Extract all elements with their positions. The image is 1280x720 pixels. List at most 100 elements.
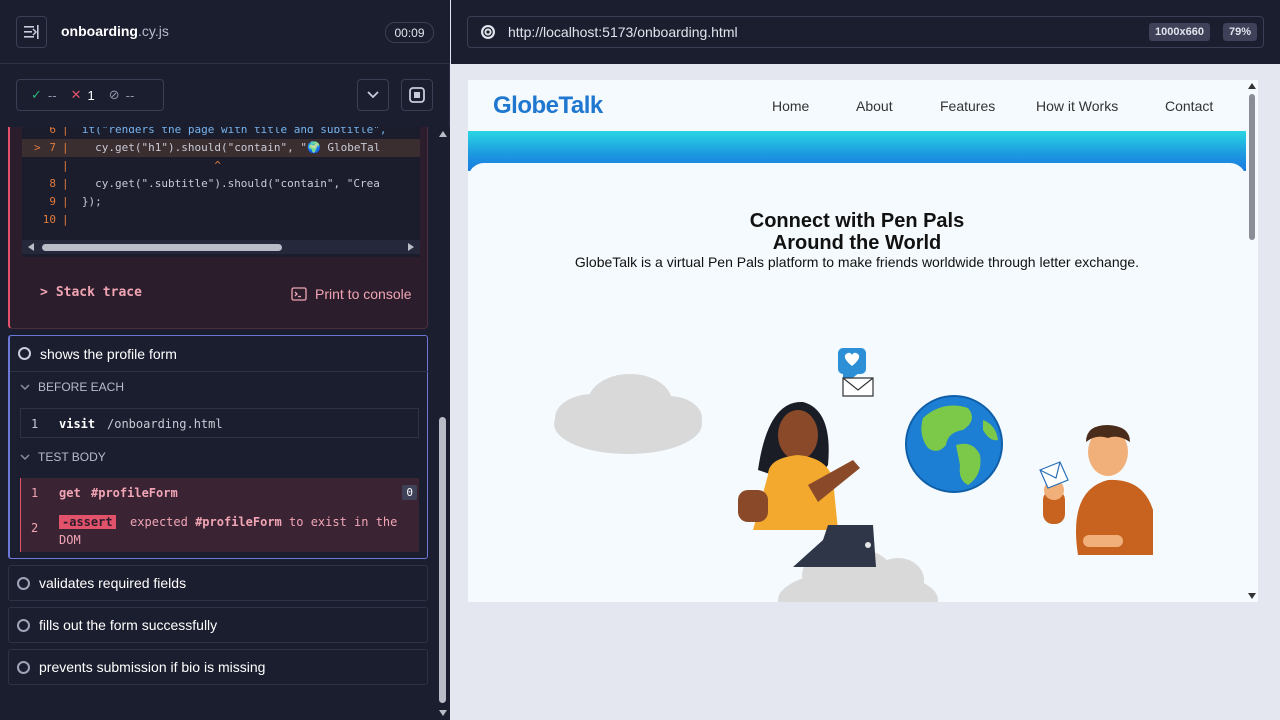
hook-label: TEST BODY	[38, 450, 106, 464]
stack-trace-label: Stack trace	[55, 285, 142, 300]
url-text[interactable]: http://localhost:5173/onboarding.html	[508, 24, 738, 40]
hero-title-line: Connect with Pen Pals	[749, 210, 965, 232]
zoom-level-badge[interactable]: 79%	[1222, 23, 1257, 41]
passed-stat: ✓ --	[31, 87, 57, 103]
stop-icon	[409, 87, 425, 103]
command-name: get	[59, 486, 81, 500]
nav-link-about[interactable]: About	[856, 98, 893, 114]
url-area: http://localhost:5173/onboarding.html 10…	[451, 0, 1280, 64]
pending-icon: ⊘	[108, 87, 120, 102]
x-icon: ✕	[70, 87, 82, 102]
code-line: 6 | it("renders the page with title and s…	[49, 127, 387, 136]
test-stats: ✓ -- ✕ 1 ⊘ --	[16, 79, 164, 111]
chevron-right-icon: >	[40, 285, 48, 300]
test-item-active[interactable]: shows the profile form BEFORE EACH 1 vis…	[8, 335, 428, 559]
stats-bar: ✓ -- ✕ 1 ⊘ --	[0, 64, 450, 127]
nav-link-contact[interactable]: Contact	[1165, 98, 1213, 114]
scroll-left-icon[interactable]	[28, 243, 34, 251]
globe-icon	[905, 395, 1003, 493]
test-title: validates required fields	[39, 575, 187, 591]
nav-link-how-it-works[interactable]: How it Works	[1036, 98, 1118, 114]
test-item[interactable]: prevents submission if bio is missing	[8, 649, 428, 685]
spec-filename: onboarding.cy.js	[61, 23, 169, 39]
command-number: 1	[31, 417, 39, 431]
scroll-down-icon[interactable]	[439, 710, 447, 716]
code-line: 9 | });	[49, 195, 102, 208]
site-logo[interactable]: GlobeTalk	[493, 92, 603, 120]
stack-trace-toggle[interactable]: > Stack trace	[40, 285, 142, 300]
assert-text: expected	[130, 515, 188, 529]
check-icon: ✓	[31, 87, 42, 102]
collapse-all-button[interactable]	[357, 79, 389, 111]
code-line: 8 | cy.get(".subtitle").should("contain",…	[49, 177, 380, 190]
before-each-hook[interactable]: BEFORE EACH	[20, 380, 124, 394]
test-body-hook[interactable]: TEST BODY	[20, 450, 106, 464]
test-list: 6 | it("renders the page with title and s…	[0, 127, 450, 720]
pending-circle-icon	[17, 618, 30, 632]
test-item[interactable]: fills out the form successfully	[8, 607, 428, 643]
hero-subtitle: GlobeTalk is a virtual Pen Pals platform…	[574, 254, 1140, 270]
app-iframe: GlobeTalk Home About Features How it Wor…	[468, 80, 1258, 602]
scroll-right-icon[interactable]	[408, 243, 414, 251]
man-illustration	[1039, 425, 1153, 555]
chevron-down-icon	[367, 91, 379, 99]
failed-commands: 1 get #profileForm 0 2 -assert expected …	[20, 478, 419, 552]
scroll-up-icon[interactable]	[1248, 83, 1256, 89]
command-message: /onboarding.html	[107, 417, 223, 431]
command-message: #profileForm	[91, 486, 178, 500]
pending-circle-icon	[17, 576, 30, 590]
scrollbar-thumb[interactable]	[1249, 94, 1255, 240]
nav-link-home[interactable]: Home	[772, 98, 809, 114]
command-number: 2	[31, 521, 39, 535]
test-item[interactable]: validates required fields	[8, 565, 428, 601]
test-title-row[interactable]: shows the profile form	[10, 336, 428, 372]
code-horizontal-scrollbar[interactable]	[22, 240, 420, 254]
toggle-specs-button[interactable]	[16, 16, 47, 48]
code-line-highlighted: >7 | cy.get("h1").should("contain", "🌍 Gl…	[22, 139, 420, 157]
assert-text: DOM	[59, 533, 81, 547]
assert-message: -assert expected #profileForm to exist i…	[59, 513, 409, 549]
error-block: 6 | it("renders the page with title and s…	[8, 127, 428, 329]
test-title: shows the profile form	[40, 345, 177, 362]
pending-stat: ⊘ --	[108, 87, 135, 103]
code-frame: 6 | it("renders the page with title and s…	[22, 127, 420, 257]
stop-button[interactable]	[401, 79, 433, 111]
menu-icon	[23, 25, 39, 39]
hero-title: Connect with Pen Pals Around the World	[468, 210, 1246, 254]
reporter-scrollbar[interactable]	[436, 127, 450, 720]
assert-badge: -assert	[59, 515, 116, 529]
scroll-up-icon[interactable]	[439, 131, 447, 137]
assert-text: to exist in the	[289, 515, 398, 529]
run-duration: 00:09	[385, 22, 434, 43]
element-count-badge: 0	[402, 485, 417, 500]
test-title: prevents submission if bio is missing	[39, 659, 266, 675]
viewport-size-badge[interactable]: 1000x660	[1149, 23, 1210, 41]
nav-link-features[interactable]: Features	[940, 98, 995, 114]
aut-panel: http://localhost:5173/onboarding.html 10…	[451, 0, 1280, 720]
selector-playground-icon[interactable]	[480, 24, 496, 40]
print-to-console-button[interactable]: Print to console	[291, 286, 412, 302]
failed-stat: ✕ 1	[70, 87, 95, 103]
pending-circle-icon	[17, 660, 30, 674]
print-to-console-label: Print to console	[315, 286, 412, 302]
test-title: fills out the form successfully	[39, 617, 218, 633]
command-name: visit	[59, 417, 96, 431]
command-number: 1	[31, 486, 39, 500]
cloud-icon	[554, 374, 702, 454]
hero-illustration	[554, 348, 1153, 602]
command-row[interactable]: 1 get #profileForm 0	[21, 485, 420, 502]
code-line: | ^	[62, 159, 221, 172]
hook-label: BEFORE EACH	[38, 380, 125, 394]
terminal-icon	[291, 287, 307, 301]
assert-subject: #profileForm	[195, 515, 282, 529]
app-scrollbar[interactable]	[1246, 80, 1258, 602]
hero-title-line: Around the World	[772, 232, 942, 254]
command-row[interactable]: 1 visit /onboarding.html	[20, 408, 419, 438]
url-bar[interactable]: http://localhost:5173/onboarding.html 10…	[467, 16, 1264, 48]
woman-illustration	[738, 348, 876, 567]
scrollbar-thumb[interactable]	[42, 244, 282, 251]
chevron-down-icon	[20, 453, 30, 460]
code-line: 10 |	[42, 213, 69, 226]
scrollbar-thumb[interactable]	[439, 417, 446, 703]
scroll-down-icon[interactable]	[1248, 593, 1256, 599]
